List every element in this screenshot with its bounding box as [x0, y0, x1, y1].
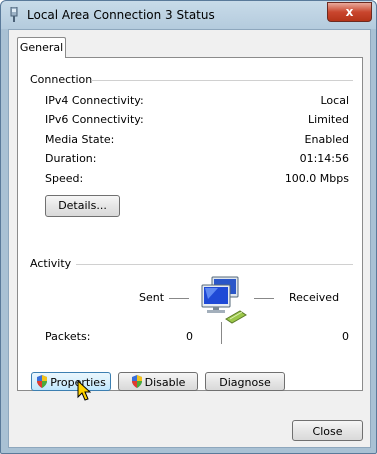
client-area: General Connection IPv4 Connectivity: Lo…: [8, 29, 371, 448]
duration-value: 01:14:56: [299, 152, 349, 165]
network-computers-icon: [201, 276, 247, 324]
window-title: Local Area Connection 3 Status: [27, 8, 215, 22]
sent-connector-line: [169, 298, 189, 299]
ipv4-value: Local: [320, 94, 349, 107]
close-button[interactable]: Close: [292, 420, 363, 441]
disable-button[interactable]: Disable: [118, 372, 198, 391]
packets-divider: [221, 322, 222, 344]
connection-divider: [91, 80, 353, 81]
details-button[interactable]: Details...: [45, 195, 120, 217]
sent-label: Sent: [139, 291, 165, 304]
tab-panel-general: Connection IPv4 Connectivity: Local IPv6…: [17, 57, 363, 391]
activity-group-label: Activity: [30, 257, 72, 270]
activity-divider: [76, 264, 353, 265]
ipv6-value: Limited: [307, 113, 349, 126]
received-label: Received: [289, 291, 340, 304]
received-connector-line: [254, 298, 274, 299]
connection-group-label: Connection: [30, 73, 93, 86]
shield-icon: [37, 375, 48, 388]
title-bar: Local Area Connection 3 Status x: [1, 1, 376, 29]
close-icon: x: [345, 5, 354, 19]
media-state-value: Enabled: [304, 133, 349, 146]
ipv6-label: IPv6 Connectivity:: [45, 113, 144, 126]
title-close-button[interactable]: x: [327, 2, 372, 22]
duration-label: Duration:: [45, 152, 97, 165]
shield-icon: [131, 375, 142, 388]
diagnose-button[interactable]: Diagnose: [205, 372, 285, 391]
packets-sent-value: 0: [186, 330, 193, 343]
disable-label: Disable: [144, 376, 186, 389]
network-connection-icon: [10, 7, 18, 22]
speed-value: 100.0 Mbps: [284, 172, 349, 185]
properties-button[interactable]: Properties: [31, 372, 111, 391]
status-window: Local Area Connection 3 Status x General…: [0, 0, 377, 454]
packets-received-value: 0: [342, 330, 349, 343]
speed-label: Speed:: [45, 172, 84, 185]
tab-general[interactable]: General: [17, 37, 66, 58]
ipv4-label: IPv4 Connectivity:: [45, 94, 144, 107]
media-state-label: Media State:: [45, 133, 115, 146]
packets-label: Packets:: [45, 330, 91, 343]
cursor-icon: [77, 380, 91, 401]
